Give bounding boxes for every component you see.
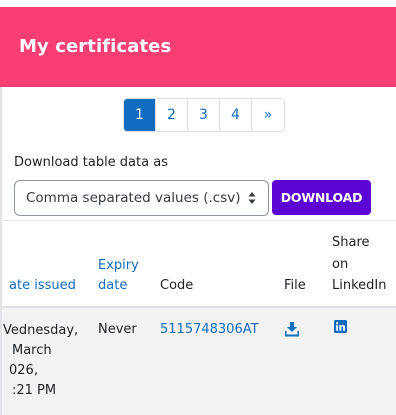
download-format-value: Comma separated values (.csv) xyxy=(26,190,241,206)
top-strip xyxy=(0,0,396,7)
column-header-date-issued[interactable]: ate issued xyxy=(9,276,76,296)
column-header-share-line3: LinkedIn xyxy=(332,278,387,293)
page-1-button[interactable]: 1 xyxy=(124,99,156,131)
download-format-select[interactable]: Comma separated values (.csv) xyxy=(14,180,269,216)
page-3-button[interactable]: 3 xyxy=(188,99,220,131)
page-header: My certificates xyxy=(0,7,396,87)
page-2-button[interactable]: 2 xyxy=(156,99,188,131)
cell-code-link[interactable]: 5115748306AT xyxy=(160,320,259,340)
cell-date-line1: Vednesday, xyxy=(3,323,79,338)
page-title: My certificates xyxy=(19,36,172,57)
cell-date-line3: 026, xyxy=(9,363,38,378)
table-top-border xyxy=(2,220,396,221)
download-icon[interactable] xyxy=(285,321,299,337)
page-4-button[interactable]: 4 xyxy=(220,99,252,131)
column-header-share-line2: on xyxy=(332,257,349,272)
column-header-code: Code xyxy=(160,278,194,293)
select-arrows-icon xyxy=(248,192,256,204)
column-header-expiry-line1[interactable]: Expiry xyxy=(98,256,139,276)
column-header-expiry-line2[interactable]: date xyxy=(98,276,127,296)
cell-date-line4: :21 PM xyxy=(12,383,57,398)
pagination: 1 2 3 4 » xyxy=(123,98,285,132)
cell-date-line2: March xyxy=(12,343,52,358)
next-page-button[interactable]: » xyxy=(252,99,284,131)
column-header-file: File xyxy=(284,278,306,293)
cell-expiry: Never xyxy=(98,322,137,337)
column-header-share-line1: Share xyxy=(332,235,370,250)
linkedin-icon[interactable] xyxy=(334,320,347,333)
download-button[interactable]: DOWNLOAD xyxy=(272,180,371,215)
download-label: Download table data as xyxy=(14,155,168,170)
